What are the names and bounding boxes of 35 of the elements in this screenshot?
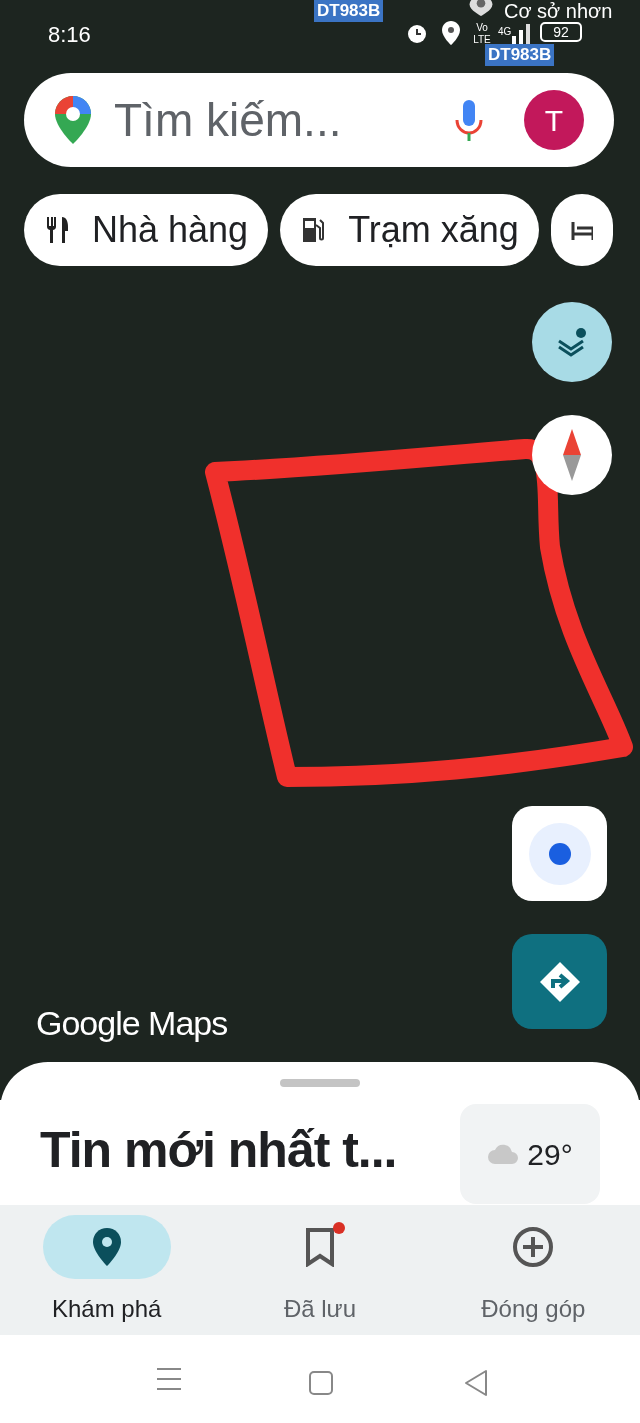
search-bar[interactable]: Tìm kiếm... T xyxy=(24,73,614,167)
signal-icon xyxy=(512,22,530,44)
nav-tab[interactable]: Khám phá xyxy=(0,1205,214,1335)
road-label: DT983B xyxy=(485,44,555,66)
location-pin-icon xyxy=(91,1227,122,1267)
my-location-button[interactable] xyxy=(512,806,607,901)
category-chip[interactable]: Nhà hàng xyxy=(24,194,269,266)
road-label: DT983B xyxy=(314,0,384,22)
maps-pin-icon xyxy=(54,95,92,145)
status-time: 8:16 xyxy=(48,21,91,49)
add-circle-icon xyxy=(512,1226,555,1268)
account-avatar[interactable]: T xyxy=(524,90,584,150)
nav-tab[interactable]: Đóng góp xyxy=(426,1205,640,1335)
bookmark-icon xyxy=(305,1227,335,1267)
back-icon[interactable] xyxy=(462,1369,490,1397)
volte-indicator: Vo LTE xyxy=(472,22,492,46)
menu-icon[interactable] xyxy=(155,1365,183,1393)
weather-card[interactable]: 29° xyxy=(460,1104,600,1204)
map-attribution: Google Maps xyxy=(36,1003,228,1044)
place-label: Cơ sở nhơn xyxy=(504,0,613,22)
location-dot-icon xyxy=(527,821,592,886)
category-chip[interactable]: Trạm xăng xyxy=(280,194,539,266)
microphone-icon[interactable] xyxy=(454,98,484,142)
cloud-icon xyxy=(487,1143,520,1165)
nav-tab[interactable]: Đã lưu xyxy=(213,1205,427,1335)
home-icon[interactable] xyxy=(308,1370,336,1398)
battery-indicator: 92 xyxy=(540,22,582,42)
search-placeholder: Tìm kiếm... xyxy=(114,92,343,148)
temperature: 29° xyxy=(527,1136,573,1173)
network-type: 4G xyxy=(498,25,512,39)
directions-button[interactable] xyxy=(512,934,607,1029)
sheet-handle[interactable] xyxy=(280,1079,360,1087)
compass-icon xyxy=(562,429,582,481)
location-icon xyxy=(441,20,461,46)
news-title: Tin mới nhất t... xyxy=(40,1121,397,1180)
